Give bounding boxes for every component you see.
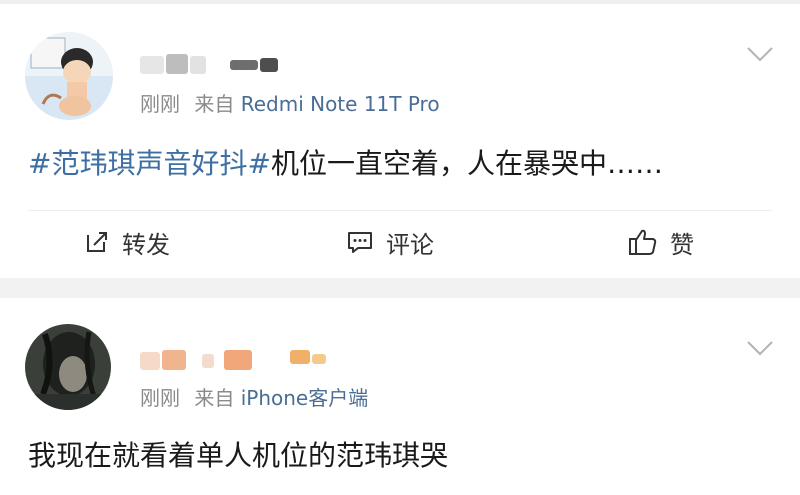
username-blurred[interactable] bbox=[140, 346, 340, 370]
repost-icon bbox=[87, 232, 107, 252]
weibo-post-card: 刚刚 来自 Redmi Note 11T Pro #范玮琪声音好抖#机位一直空着… bbox=[0, 4, 800, 278]
post-time: 刚刚 bbox=[140, 386, 180, 410]
post-source-link[interactable]: iPhone客户端 bbox=[241, 386, 369, 410]
repost-label: 转发 bbox=[122, 230, 170, 259]
hashtag-link[interactable]: #范玮琪声音好抖# bbox=[28, 147, 271, 180]
comment-label: 评论 bbox=[386, 230, 434, 259]
like-label: 赞 bbox=[670, 230, 694, 259]
post-body-text: 我现在就看着单人机位的范玮琪哭 bbox=[28, 439, 449, 472]
post-text: #范玮琪声音好抖#机位一直空着，人在暴哭中…… bbox=[28, 146, 663, 182]
post-time: 刚刚 bbox=[140, 92, 180, 116]
post-text: 我现在就看着单人机位的范玮琪哭 bbox=[28, 438, 448, 474]
avatar-cartoon-image bbox=[25, 32, 113, 120]
post-source-link[interactable]: Redmi Note 11T Pro bbox=[241, 92, 440, 116]
comment-button[interactable]: 评论 bbox=[346, 226, 434, 259]
divider bbox=[28, 210, 772, 211]
comment-icon bbox=[348, 232, 372, 253]
from-label: 来自 bbox=[194, 386, 235, 410]
avatar[interactable] bbox=[25, 32, 113, 120]
weibo-post-card: 刚刚 来自 iPhone客户端 我现在就看着单人机位的范玮琪哭 bbox=[0, 298, 800, 495]
post-meta: 刚刚 来自 iPhone客户端 bbox=[140, 385, 368, 411]
from-label: 来自 bbox=[194, 92, 235, 116]
chevron-down-icon[interactable] bbox=[746, 338, 774, 358]
post-body-text: 机位一直空着，人在暴哭中…… bbox=[270, 147, 663, 180]
avatar[interactable] bbox=[25, 324, 111, 410]
like-icon bbox=[629, 229, 657, 255]
username-blurred[interactable] bbox=[140, 52, 300, 76]
chevron-down-icon[interactable] bbox=[746, 44, 774, 64]
avatar-photo-image bbox=[25, 324, 111, 410]
repost-button[interactable]: 转发 bbox=[84, 226, 170, 259]
like-button[interactable]: 赞 bbox=[628, 226, 694, 259]
post-meta: 刚刚 来自 Redmi Note 11T Pro bbox=[140, 91, 440, 117]
